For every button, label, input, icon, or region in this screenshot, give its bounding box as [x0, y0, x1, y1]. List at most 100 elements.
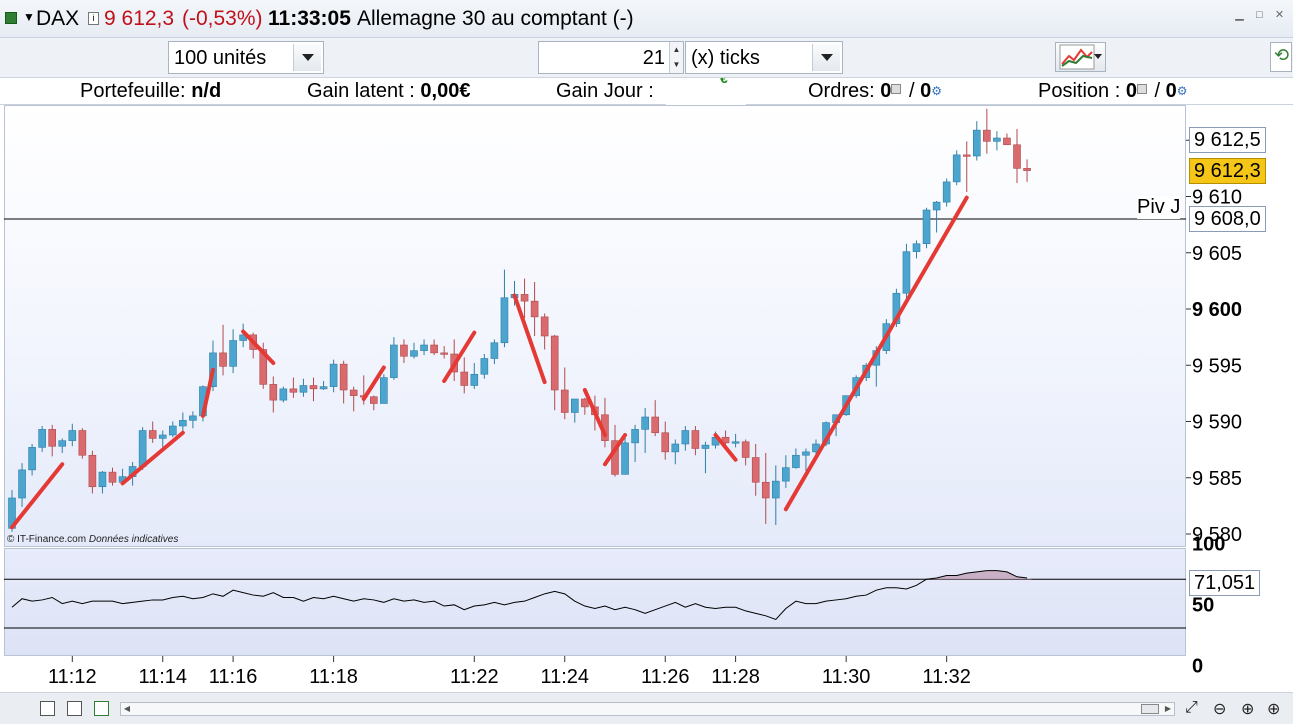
- candle-body: [902, 251, 911, 294]
- rsi-tick-label: 100: [1192, 534, 1225, 556]
- candle-body: [952, 154, 961, 183]
- price-tick-label: 9 595: [1192, 355, 1242, 377]
- candle-body: [751, 457, 760, 483]
- trendline: [442, 330, 477, 383]
- candle-body: [179, 420, 187, 427]
- time-tick-label: 11:24: [540, 666, 589, 688]
- candle-body: [782, 467, 790, 482]
- candle-body: [138, 430, 147, 467]
- zoom-reset-icon[interactable]: ⊕: [1267, 699, 1280, 719]
- zoom-fit-icon[interactable]: ⤢: [1185, 699, 1198, 717]
- candle-body: [570, 398, 579, 413]
- candle-body: [279, 388, 288, 401]
- candle-body: [972, 129, 981, 157]
- candle-body: [641, 416, 649, 430]
- candle-body: [480, 358, 489, 375]
- candle-body: [440, 352, 448, 355]
- candle-body: [269, 384, 278, 401]
- candle-body: [671, 443, 680, 453]
- candle-body: [792, 454, 800, 468]
- candle-body: [78, 430, 87, 456]
- candle-body: [500, 297, 509, 344]
- candle-body: [681, 430, 690, 445]
- candle-body: [1003, 137, 1011, 146]
- cursor-icon[interactable]: [40, 701, 55, 716]
- candle-body: [48, 429, 57, 447]
- trendline: [783, 195, 969, 512]
- candle-body: [621, 442, 629, 475]
- drawing-tools-icon[interactable]: [67, 701, 82, 716]
- time-tick-label: 11:22: [450, 666, 499, 688]
- candle-body: [802, 451, 810, 456]
- candle-body: [490, 342, 499, 359]
- candle-body: [18, 469, 26, 499]
- candle-body: [761, 481, 770, 499]
- time-tick-label: 11:16: [209, 666, 258, 688]
- candle-body: [38, 429, 46, 448]
- candle-body: [68, 430, 77, 441]
- current-price-label: 9 612,3: [1189, 157, 1266, 184]
- candle-body: [540, 316, 549, 337]
- scroll-thumb[interactable]: [1141, 704, 1159, 714]
- candle-body: [299, 385, 308, 393]
- candle-body: [369, 396, 378, 404]
- pivot-label: Piv J: [1137, 196, 1181, 219]
- settings-icon[interactable]: [94, 701, 109, 716]
- candle-body: [169, 425, 177, 436]
- candle-body: [229, 340, 237, 367]
- candle-body: [651, 416, 660, 434]
- candle-body: [661, 432, 670, 453]
- credit-text: © IT-Finance.com: [7, 534, 87, 545]
- candle-body: [470, 373, 479, 386]
- rsi-current-label: 71,051: [1189, 570, 1261, 596]
- candle-body: [701, 444, 710, 449]
- price-tick-label: 9 600: [1192, 299, 1242, 321]
- candle-body: [88, 454, 97, 488]
- time-tick-label: 11:26: [641, 666, 690, 688]
- time-tick-label: 11:12: [48, 666, 97, 688]
- candle-body: [158, 434, 167, 439]
- zoom-out-icon[interactable]: ⊖: [1213, 699, 1226, 719]
- scroll-left-icon[interactable]: ◀: [121, 703, 133, 715]
- price-tick-label: 9 590: [1192, 412, 1242, 434]
- candle-body: [98, 471, 107, 488]
- trendline: [512, 293, 547, 385]
- candle-body: [922, 209, 931, 245]
- time-tick-label: 11:18: [309, 666, 358, 688]
- rsi-overbought-area: [931, 570, 1033, 580]
- candle-body: [309, 385, 318, 390]
- candle-body: [148, 430, 157, 439]
- time-tick-label: 11:32: [922, 666, 971, 688]
- candle-body: [691, 430, 700, 449]
- price-tick-label: 9 605: [1192, 243, 1242, 265]
- scroll-right-icon[interactable]: ▶: [1162, 703, 1174, 715]
- candle-body: [741, 441, 750, 458]
- chart-canvas: 9 5809 5859 5909 5959 6009 6059 6109 615…: [4, 108, 1242, 688]
- credit-note: Données indicatives: [88, 534, 179, 545]
- pivot-price-label: 9 608,0: [1189, 206, 1266, 232]
- candle-body: [912, 243, 921, 252]
- candle-body: [410, 350, 418, 357]
- status-bar: ◀ ▶ ⤢ ⊖ ⊕ ⊕: [0, 692, 1293, 724]
- candle-body: [1023, 168, 1031, 171]
- candle-body: [319, 386, 328, 390]
- horizontal-scrollbar[interactable]: ◀ ▶: [120, 702, 1175, 716]
- candle-body: [460, 371, 469, 386]
- candle-body: [219, 352, 227, 367]
- candle-body: [349, 389, 358, 396]
- candle-body: [942, 181, 951, 203]
- data-credit: © IT-Finance.com Données indicatives: [7, 534, 178, 545]
- rsi-line: [11, 570, 1028, 621]
- rsi-tick-label: 50: [1192, 595, 1214, 617]
- candle-body: [983, 129, 991, 142]
- candle-body: [962, 154, 971, 157]
- candle-body: [550, 335, 559, 391]
- candle-body: [380, 377, 388, 404]
- zoom-in-icon[interactable]: ⊕: [1241, 699, 1254, 719]
- time-tick-label: 11:14: [138, 666, 187, 688]
- price-tick-label: 9 585: [1192, 468, 1242, 490]
- candle-body: [339, 363, 348, 391]
- candle-body: [1013, 144, 1021, 169]
- candle-body: [932, 201, 941, 211]
- rsi-tick-label: 0: [1192, 656, 1203, 678]
